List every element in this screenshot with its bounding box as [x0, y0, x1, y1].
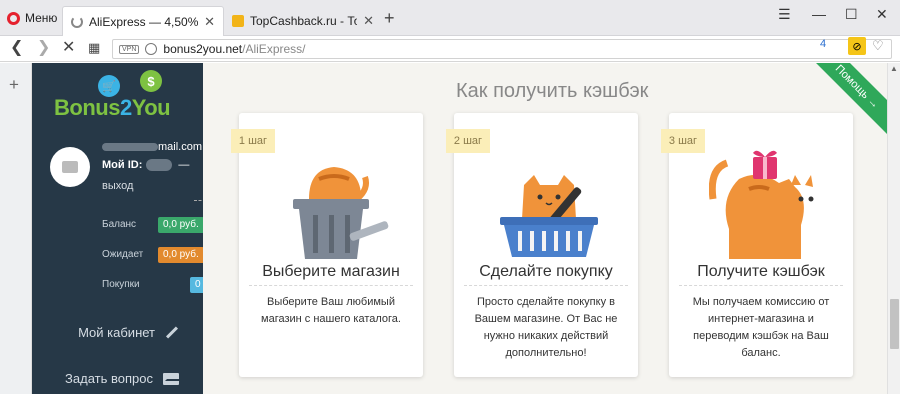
step-badge: 3 шаг — [661, 129, 705, 153]
step-description: Просто сделайте покупку в Вашем магазине… — [474, 296, 618, 359]
camera-icon — [62, 161, 78, 173]
vpn-badge[interactable]: VPN — [119, 44, 140, 54]
tab-close-icon[interactable]: ✕ — [204, 14, 215, 30]
pencil-icon — [165, 326, 179, 339]
step-card-3: 3 шаг Получите кэшбэк Мы получаем комисс… — [661, 113, 853, 377]
scroll-up-icon[interactable]: ▲ — [890, 64, 898, 73]
pending-label: Ожидает — [102, 249, 144, 260]
extension-badge[interactable]: 4 — [820, 38, 826, 50]
close-window-icon[interactable]: ✕ — [876, 6, 888, 23]
purchases-value: 0 — [190, 277, 203, 293]
bookmark-heart-icon[interactable]: ♡ — [872, 38, 884, 54]
tab-bar: Меню AliExpress — 4,50% кэшбэ ✕ TopCashb… — [0, 0, 900, 36]
url-path: /AliExpress/ — [242, 42, 306, 56]
sidebar-item-cabinet[interactable]: Мой кабинет — [32, 325, 203, 340]
cat-with-gift-illustration — [709, 150, 814, 259]
step-description: Мы получаем комиссию от интернет-магазин… — [692, 296, 830, 359]
purchases-label: Покупки — [102, 279, 140, 290]
my-id: Мой ID: — — [102, 159, 190, 172]
cat-in-trash-illustration — [293, 167, 389, 259]
speed-dial-icon[interactable]: ▦ — [88, 39, 100, 57]
avatar[interactable] — [50, 147, 90, 187]
topcashback-favicon-icon — [232, 15, 244, 27]
scrollbar-thumb[interactable] — [890, 299, 899, 349]
envelope-icon — [163, 372, 181, 385]
cart-icon: 🛒 — [98, 75, 120, 97]
tab-topcashback[interactable]: TopCashback.ru - Топ лучш ✕ — [224, 6, 382, 36]
tab-aliexpress[interactable]: AliExpress — 4,50% кэшбэ ✕ — [62, 6, 224, 36]
main-content: Как получить кэшбэк Помощь → 1 шаг Выбер… — [203, 63, 887, 394]
step-description: Выберите Ваш любимый магазин с нашего ка… — [261, 296, 401, 325]
bonus2you-logo[interactable]: 🛒 $ Bonus2You — [54, 70, 184, 121]
dollar-icon: $ — [140, 70, 162, 92]
step-title: Получите кэшбэк — [697, 263, 825, 280]
opera-menu-button[interactable]: Меню — [0, 0, 60, 36]
loading-icon — [71, 15, 83, 28]
url-domain: bonus2you.net — [163, 42, 243, 56]
page-scrollbar[interactable]: ▲ — [887, 63, 900, 394]
user-email: mail.com — [102, 141, 202, 153]
step-badge: 2 шаг — [446, 129, 490, 153]
tab-title: TopCashback.ru - Топ лучш — [250, 14, 357, 28]
menu-label: Меню — [25, 11, 58, 25]
cat-in-basket-illustration — [500, 175, 598, 257]
sidebar-item-ask-question[interactable]: Задать вопрос — [32, 371, 203, 386]
stop-icon[interactable]: ✕ — [62, 39, 75, 57]
tab-title: AliExpress — 4,50% кэшбэ — [89, 14, 199, 29]
site-sidebar: 🛒 $ Bonus2You mail.com Мой ID: — выход Ба… — [32, 63, 203, 394]
step-card-1: 1 шаг Выберите магазин Выберите Ваш люби… — [231, 113, 423, 377]
tab-close-icon[interactable]: ✕ — [363, 13, 374, 29]
page-title: Как получить кэшбэк — [456, 80, 649, 102]
balance-label: Баланс — [102, 219, 137, 230]
step-title: Сделайте покупку — [479, 263, 613, 280]
maximize-icon[interactable]: ☐ — [845, 6, 858, 23]
back-icon[interactable]: ❮ — [10, 39, 23, 57]
adblock-icon[interactable]: ⊘ — [848, 37, 866, 55]
tab-menu-icon[interactable]: ☰ — [778, 6, 791, 23]
balance-value: 0,0 руб. — [158, 217, 203, 233]
forward-icon[interactable]: ❯ — [37, 39, 50, 57]
url-field[interactable]: VPN bonus2you.net/AliExpress/ — [112, 39, 892, 59]
minimize-icon[interactable]: — — [812, 6, 826, 22]
step-badge: 1 шаг — [231, 129, 275, 153]
globe-icon — [145, 43, 158, 55]
divider — [194, 200, 203, 201]
pending-value: 0,0 руб. — [158, 247, 203, 263]
opera-logo-icon — [7, 11, 20, 25]
step-title: Выберите магазин — [262, 263, 400, 280]
step-card-2: 2 шаг Сделайте покупку Просто сделайте п… — [446, 113, 638, 377]
address-bar: ❮ ❯ ✕ ▦ VPN bonus2you.net/AliExpress/ 4 … — [0, 36, 900, 62]
logout-link[interactable]: выход — [102, 180, 133, 192]
add-sidebar-icon[interactable]: + — [9, 75, 19, 95]
new-tab-button[interactable]: + — [384, 8, 395, 29]
opera-sidebar: + — [0, 63, 32, 394]
